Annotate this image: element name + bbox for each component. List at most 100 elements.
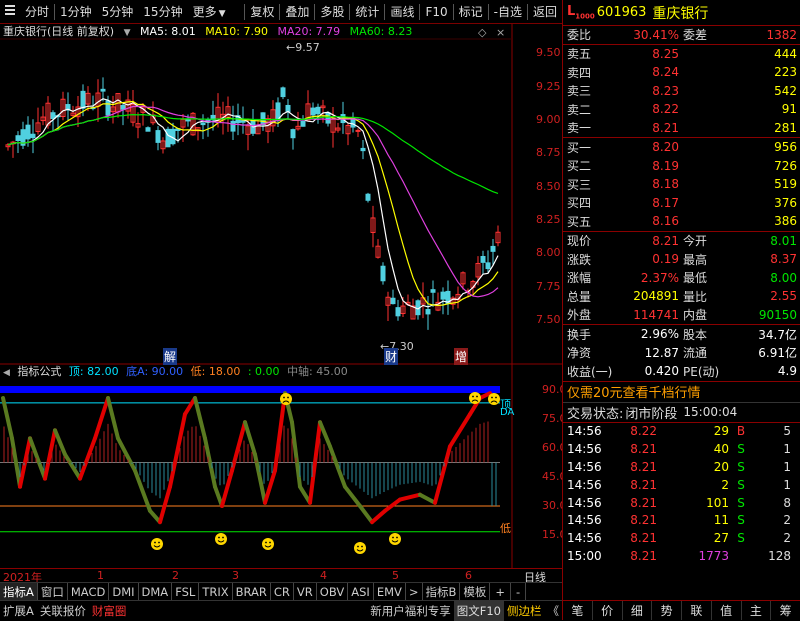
bid-row[interactable]: 买一 8.20 956	[563, 138, 800, 157]
menu-icon[interactable]	[0, 0, 20, 24]
ask-row[interactable]: 卖四 8.24 223	[563, 63, 800, 82]
bid-label: 买二	[567, 159, 592, 174]
tab-template[interactable]: 模板	[460, 582, 491, 601]
right-tab[interactable]: 势	[652, 601, 682, 620]
related-quotes-button[interactable]: 关联报价	[37, 601, 89, 621]
bid-price: 8.20	[652, 140, 679, 155]
sad-face-icon	[488, 393, 500, 405]
tick-row[interactable]: 14:56 8.21 11 S 2	[563, 511, 800, 529]
multi-stock-button[interactable]: 多股	[315, 0, 349, 24]
back-button[interactable]: 返回	[528, 0, 562, 24]
tab-indicator-b[interactable]: 指标B	[423, 582, 461, 601]
y-tick: 9.25	[536, 80, 561, 93]
indicator-tabs: 指标A 窗口 MACD DMI DMA FSL TRIX BRAR CR VR …	[0, 582, 562, 601]
tab-15min[interactable]: 15分钟	[138, 0, 187, 24]
sidebar-button[interactable]: 侧边栏	[504, 601, 545, 621]
wealth-circle-button[interactable]: 财富圈	[89, 601, 130, 621]
tab-next[interactable]: >	[406, 582, 423, 601]
right-tab[interactable]: 细	[623, 601, 653, 620]
remove-watchlist-button[interactable]: -自选	[489, 0, 527, 24]
stat-label: 换手	[567, 327, 592, 342]
right-tab[interactable]: 主	[742, 601, 772, 620]
tick-list[interactable]: 14:56 8.22 29 B 5 14:56 8.21 40 S 1 14:5…	[563, 423, 800, 565]
candle-body	[360, 147, 366, 152]
ask-row[interactable]: 卖三 8.23 542	[563, 82, 800, 101]
tab-dmi[interactable]: DMI	[109, 582, 139, 601]
tab-more[interactable]: 更多 ▼	[188, 0, 231, 24]
tick-row[interactable]: 14:56 8.21 2 S 1	[563, 476, 800, 494]
f10-graphic-button[interactable]: 图文F10	[453, 600, 504, 621]
promo-link[interactable]: 新用户福利专享	[367, 601, 454, 621]
mark-button[interactable]: 标记	[454, 0, 488, 24]
kline-chart[interactable]	[0, 24, 562, 568]
tick-row[interactable]: 14:56 8.21 101 S 8	[563, 494, 800, 512]
add-tab-button[interactable]: +	[490, 582, 512, 601]
close-icon[interactable]: ×	[496, 26, 505, 39]
collapse-icon[interactable]: ◀	[3, 368, 10, 378]
jie-marker[interactable]: 解	[163, 348, 178, 365]
stat-row: 总量 204891 量比 2.55	[563, 287, 800, 306]
tab-dma[interactable]: DMA	[139, 582, 173, 601]
right-tab[interactable]: 价	[593, 601, 623, 620]
tab-obv[interactable]: OBV	[317, 582, 349, 601]
zeng-marker[interactable]: 增	[454, 348, 469, 365]
tab-asi[interactable]: ASI	[348, 582, 374, 601]
draw-line-button[interactable]: 画线	[385, 0, 419, 24]
tab-1min[interactable]: 1分钟	[55, 0, 97, 24]
tick-row[interactable]: 15:00 8.21 1773 128	[563, 547, 800, 565]
tab-window[interactable]: 窗口	[38, 582, 68, 601]
high-value: 9.57	[295, 41, 320, 54]
bid-row[interactable]: 买二 8.19 726	[563, 157, 800, 176]
dropdown-icon[interactable]: ▼	[124, 28, 131, 38]
tab-indicator-a[interactable]: 指标A	[0, 582, 38, 601]
bid-row[interactable]: 买三 8.18 519	[563, 175, 800, 194]
promo-banner[interactable]: 仅需20元查看千档行情	[563, 382, 800, 402]
stat2-row: 净资 12.87 流通 6.91亿	[563, 344, 800, 363]
tab-fenshi[interactable]: 分时	[20, 0, 54, 24]
f10-button[interactable]: F10	[420, 0, 452, 24]
tab-vr[interactable]: VR	[294, 582, 317, 601]
tab-macd[interactable]: MACD	[68, 582, 110, 601]
tick-row[interactable]: 14:56 8.21 20 S 1	[563, 458, 800, 476]
face-icon-eye	[495, 396, 497, 399]
tab-5min[interactable]: 5分钟	[97, 0, 139, 24]
right-tab[interactable]: 值	[712, 601, 742, 620]
indicator-legend: ◀ 指标公式 顶: 82.00 底A: 90.00 低: 18.00 : 0.0…	[3, 364, 352, 380]
stat-label: 净资	[567, 346, 592, 361]
tab-fsl[interactable]: FSL	[172, 582, 200, 601]
ask-row[interactable]: 卖一 8.21 281	[563, 119, 800, 138]
overlay-button[interactable]: 叠加	[280, 0, 314, 24]
bid-row[interactable]: 买四 8.17 376	[563, 194, 800, 213]
bid-row[interactable]: 买五 8.16 386	[563, 212, 800, 231]
cai-marker[interactable]: 财	[384, 348, 399, 365]
right-tab[interactable]: 联	[682, 601, 712, 620]
stat2-row: 收益(一) 0.420 PE(动) 4.9	[563, 362, 800, 381]
fuquan-button[interactable]: 复权	[245, 0, 279, 24]
mid-label: 中轴: 45.00	[287, 365, 348, 378]
expand-button[interactable]: 扩展A	[0, 601, 37, 621]
tab-trix[interactable]: TRIX	[199, 582, 233, 601]
remove-tab-button[interactable]: -	[511, 582, 527, 601]
osc-segment	[328, 444, 347, 489]
dia-side-label: DA	[500, 407, 515, 418]
stat-value: 90150	[758, 307, 797, 322]
right-tab[interactable]: 筹	[771, 601, 800, 620]
tick-row[interactable]: 14:56 8.22 29 B 5	[563, 423, 800, 441]
right-tab[interactable]: 笔	[563, 601, 593, 620]
x-axis: 2021年 1 2 3 4 5 6 日线	[0, 568, 562, 584]
tick-count: 1	[783, 477, 791, 492]
ask-row[interactable]: 卖二 8.22 91	[563, 100, 800, 119]
tab-emv[interactable]: EMV	[374, 582, 406, 601]
tab-brar[interactable]: BRAR	[233, 582, 271, 601]
tick-time: 14:56	[567, 531, 602, 546]
tick-row[interactable]: 14:56 8.21 27 S 2	[563, 529, 800, 547]
collapse-icon[interactable]: 《	[545, 601, 563, 621]
tab-cr[interactable]: CR	[271, 582, 294, 601]
tick-row[interactable]: 14:56 8.21 40 S 1	[563, 440, 800, 458]
stats-button[interactable]: 统计	[350, 0, 384, 24]
osc-segment	[358, 504, 374, 525]
indicator-name[interactable]: 指标公式	[17, 365, 61, 378]
diamond-icon[interactable]: ◇	[478, 26, 486, 39]
ask-row[interactable]: 卖五 8.25 444	[563, 45, 800, 64]
promo-text[interactable]: 仅需20元查看千档行情	[563, 382, 701, 401]
